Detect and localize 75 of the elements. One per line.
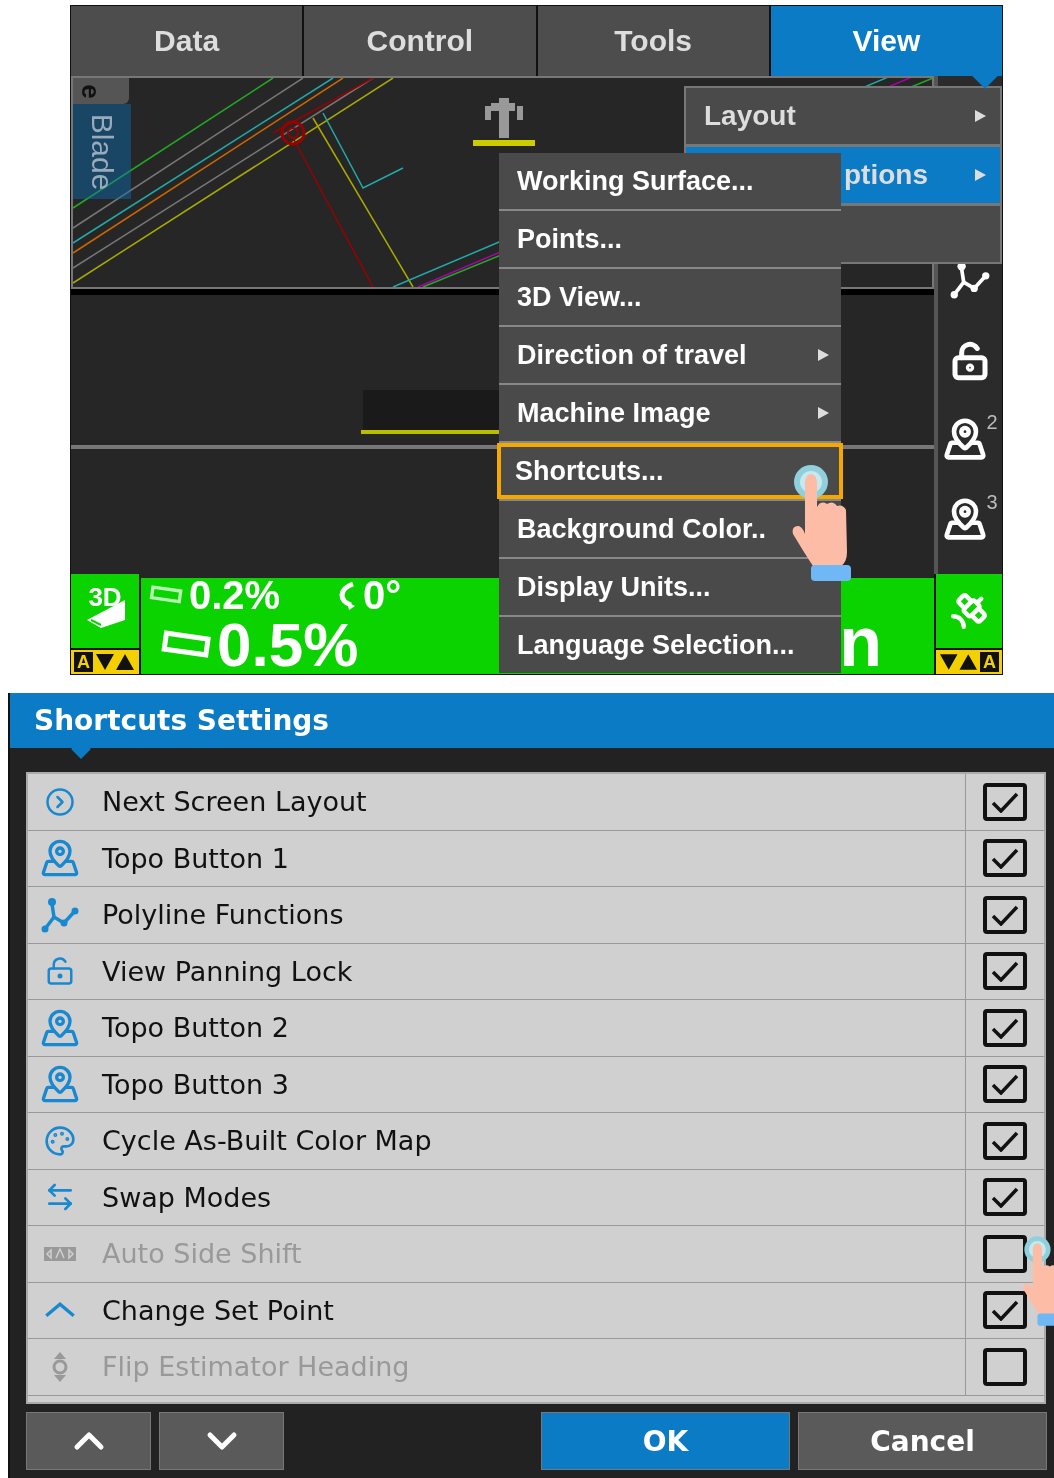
menu-item[interactable]: Machine Image [499,385,841,441]
main-slope-reading: 0.5% [217,614,359,676]
shortcut-row[interactable]: Change Set Point [28,1282,966,1338]
up-down-triangles-icon [939,653,978,671]
lock-icon [950,341,990,381]
checkbox[interactable] [983,1178,1027,1217]
checkbox[interactable] [983,1065,1027,1104]
auto-indicator: A [74,652,93,672]
map-pin-icon [943,497,988,541]
reading-text: n [839,611,882,674]
up-down-triangles-icon [95,653,135,671]
submenu-arrow-icon [975,110,986,122]
badge-number: 2 [986,411,998,434]
cross-slope-reading: 0.2% [189,575,281,615]
toolbar-button[interactable]: 3 [939,491,1001,541]
scroll-up-button[interactable] [26,1412,151,1470]
submenu-arrow-icon [818,349,829,361]
badge-number: 3 [986,491,998,514]
blade-side-tab[interactable]: Blade [73,104,131,199]
check-icon [991,903,1019,926]
checkbox[interactable] [983,839,1027,878]
menu-item[interactable]: Display Units... [499,559,841,615]
submenu-arrow-icon [818,407,829,419]
shortcut-row[interactable]: Cycle As-Built Color Map [28,1113,966,1169]
shortcut-row[interactable]: Topo Button 2 [28,1000,966,1056]
menu-item[interactable]: Language Selection... [499,617,841,673]
cancel-button[interactable]: Cancel [798,1412,1047,1470]
check-icon [991,1129,1019,1152]
shortcut-row[interactable]: Swap Modes [28,1169,966,1225]
check-icon [991,847,1019,870]
menu-item[interactable]: Working Surface... [499,153,841,209]
menu-item[interactable]: Shortcuts... [497,443,843,499]
shortcut-row[interactable]: View Panning Lock [28,943,966,999]
check-icon [991,790,1019,813]
lock-icon [45,956,75,987]
check-icon [991,1016,1019,1039]
menu-item[interactable]: Layout [685,87,1001,145]
map-pin-icon [40,838,80,879]
menu-item[interactable]: Points... [499,211,841,267]
shortcut-row[interactable]: Topo Button 3 [28,1056,966,1112]
satellite-icon [948,590,990,632]
next-circle-icon [45,786,75,817]
blade-slope-icon [161,630,211,660]
check-icon [991,1186,1019,1209]
check-icon [991,1299,1019,1322]
blade-slope-icon [149,585,183,605]
checkbox[interactable] [983,895,1027,934]
map-pin-icon [40,1064,80,1105]
shortcut-row[interactable]: Next Screen Layout [28,774,966,830]
map-pin-icon [943,417,988,461]
checkbox[interactable] [983,1121,1027,1160]
menu-item[interactable]: 3D View... [499,269,841,325]
checkbox[interactable] [983,1008,1027,1047]
dialog-title: Shortcuts Settings [34,704,330,737]
check-icon [991,1073,1019,1096]
ok-button[interactable]: OK [541,1412,790,1470]
check-icon [991,960,1019,983]
checkbox[interactable] [983,782,1027,821]
checkbox[interactable] [983,1347,1027,1386]
palette-icon [44,1124,76,1157]
shortcut-row[interactable]: Topo Button 1 [28,830,966,886]
menu-tab[interactable]: Control [304,6,536,76]
shortcut-row[interactable]: Polyline Functions [28,887,966,943]
chevron-up-icon [44,1302,76,1319]
menu-item[interactable]: Direction of travel [499,327,841,383]
menu-tab[interactable]: Tools [537,6,769,76]
auto-indicator: A [980,652,999,672]
menu-tab[interactable]: Data [71,6,303,76]
scroll-down-button[interactable] [159,1412,284,1470]
map-pin-icon [40,1007,80,1048]
rotation-icon [339,580,357,610]
checkbox[interactable] [983,952,1027,991]
rotation-reading: 0° [363,575,402,615]
submenu-arrow-icon [975,169,986,181]
toolbar-button[interactable]: 2 [939,411,1001,461]
